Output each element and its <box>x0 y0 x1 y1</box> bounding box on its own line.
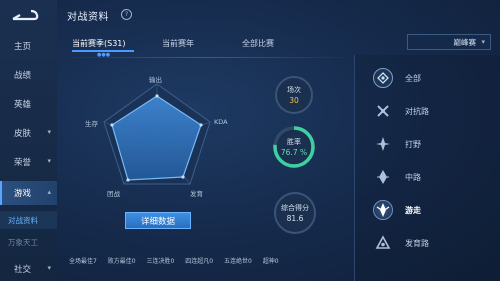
sidebar-item-label: 皮肤 <box>14 129 32 139</box>
stat-quadra-kill: 四连超凡0 <box>185 258 214 265</box>
sidebar-item-label: 英雄 <box>14 100 32 110</box>
matches-value: 30 <box>289 96 299 105</box>
sidebar-subitem-label: 万象天工 <box>8 237 38 247</box>
chevron-up-icon: ▴ <box>47 188 51 196</box>
role-item-mid-lane[interactable]: 中路 <box>373 166 493 188</box>
sidebar-item-home[interactable]: 主页 <box>0 34 57 58</box>
radar-label-output: 输出 <box>149 76 162 84</box>
role-item-farm-lane[interactable]: 发育路 <box>373 232 493 254</box>
role-label: 全部 <box>405 73 421 83</box>
sidebar-subitem-workshop[interactable]: 万象天工 <box>0 233 57 251</box>
role-label: 发育路 <box>405 238 429 248</box>
sidebar-subitem-label: 对战资料 <box>8 215 38 225</box>
roam-icon <box>373 200 393 220</box>
sidebar-item-skins[interactable]: 皮肤 ▾ <box>0 121 57 145</box>
sidebar-item-label: 社交 <box>14 265 32 275</box>
detail-data-button[interactable]: 详细数据 <box>125 212 191 229</box>
stat-legendary: 超神0 <box>262 258 279 265</box>
stat-mvp: 全场最佳7 <box>69 258 97 265</box>
sidebar-item-label: 荣誉 <box>14 158 32 168</box>
back-logo-icon[interactable] <box>10 8 40 22</box>
role-label: 打野 <box>405 139 421 149</box>
stat-penta-kill: 五连绝世0 <box>224 258 252 265</box>
stat-losing-mvp: 败方最佳0 <box>107 258 136 265</box>
main-panel: 对战资料 ? 当前赛季(S31) 当前赛年 全部比赛 ●●● 巅峰赛 ▾ 输出 … <box>57 0 500 281</box>
sidebar-item-heroes[interactable]: 英雄 <box>0 92 57 116</box>
role-label: 中路 <box>405 172 421 182</box>
sidebar-item-label: 战绩 <box>14 71 32 81</box>
radar-label-teamfight: 团战 <box>107 190 120 198</box>
role-label: 游走 <box>405 205 421 215</box>
role-label: 对抗路 <box>405 106 429 116</box>
all-roles-icon <box>373 68 393 88</box>
farm-lane-icon <box>373 233 393 253</box>
clash-lane-icon <box>373 101 393 121</box>
role-item-jungle[interactable]: 打野 <box>373 133 493 155</box>
bottom-stats-bar: 全场最佳7 败方最佳0 三连决胜0 四连超凡0 五连绝世0 超神0 <box>69 256 288 265</box>
mid-lane-icon <box>373 167 393 187</box>
sidebar-item-label: 游戏 <box>14 189 32 199</box>
role-item-roam[interactable]: 游走 <box>373 199 493 221</box>
radar-point <box>126 178 130 182</box>
jungle-icon <box>373 134 393 154</box>
mode-dropdown-value: 巅峰赛 <box>453 37 477 47</box>
sidebar-item-honor[interactable]: 荣誉 ▾ <box>0 150 57 174</box>
chevron-down-icon: ▾ <box>47 157 51 165</box>
role-item-clash-lane[interactable]: 对抗路 <box>373 100 493 122</box>
radar-point <box>199 123 203 127</box>
sidebar-item-game[interactable]: 游戏 ▴ <box>0 181 57 205</box>
role-filter-panel: 全部 对抗路 打野 中路 游走 发育路 <box>354 55 500 281</box>
matches-stat: 场次 30 <box>275 76 313 114</box>
winrate-label: 胜率 <box>287 138 301 146</box>
role-item-all[interactable]: 全部 <box>373 67 493 89</box>
stat-triple-kill: 三连决胜0 <box>146 258 175 265</box>
winrate-stat: 胜率 76.7 % <box>271 124 317 170</box>
chevron-down-icon: ▾ <box>47 264 51 272</box>
sidebar-item-social[interactable]: 社交 ▾ <box>0 257 57 281</box>
winrate-text: 胜率 76.7 % <box>271 124 317 170</box>
sidebar-item-label: 主页 <box>14 42 32 52</box>
score-label: 综合得分 <box>281 204 309 212</box>
score-value: 81.6 <box>286 214 304 223</box>
chevron-down-icon: ▾ <box>47 128 51 136</box>
radar-point <box>155 94 159 98</box>
mode-dropdown[interactable]: 巅峰赛 ▾ <box>407 34 491 50</box>
winrate-value: 76.7 % <box>280 148 308 157</box>
chevron-down-icon: ▾ <box>481 38 485 46</box>
radar-label-kda: KDA <box>214 118 228 126</box>
sidebar: 主页 战绩 英雄 皮肤 ▾ 荣誉 ▾ 游戏 ▴ 对战资料 万象天工 社交 ▾ <box>0 0 58 281</box>
matches-label: 场次 <box>287 86 301 94</box>
radar-label-survival: 生存 <box>85 120 98 128</box>
radar-label-growth: 发育 <box>190 190 203 198</box>
sidebar-subitem-battle-data[interactable]: 对战资料 <box>0 211 57 229</box>
sidebar-item-record[interactable]: 战绩 <box>0 63 57 87</box>
score-stat: 综合得分 81.6 <box>274 192 316 234</box>
radar-point <box>110 123 114 127</box>
radar-point <box>181 175 185 179</box>
